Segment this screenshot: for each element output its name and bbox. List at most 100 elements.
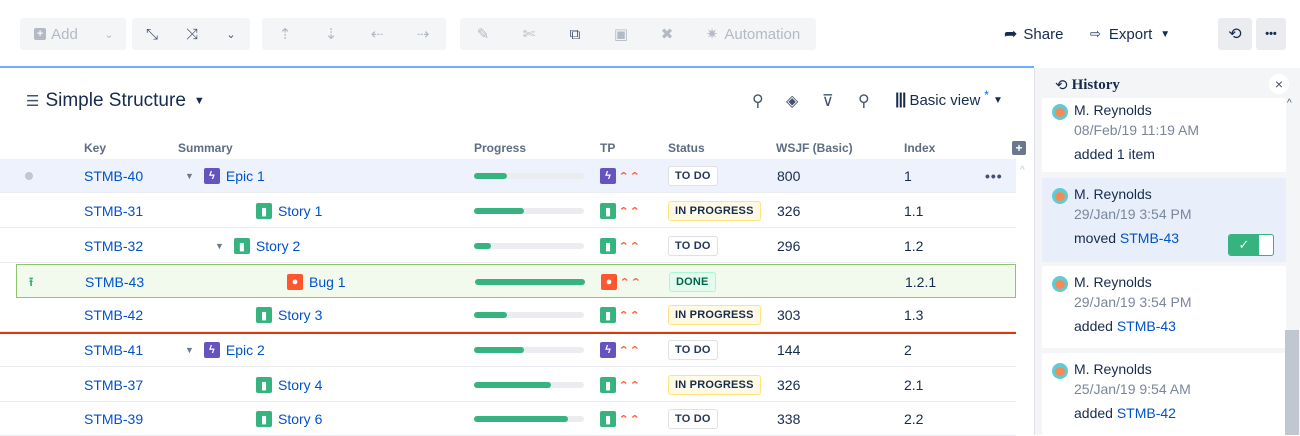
history-entry[interactable]: M. Reynolds 25/Jan/19 9:54 AM added STMB-4… [1042, 353, 1286, 435]
expand-toggle-icon[interactable]: ▼ [215, 241, 224, 251]
scissors-icon: ✄ [522, 26, 536, 43]
history-scroll-up-icon[interactable]: ^ [1287, 98, 1292, 109]
scroll-up-icon[interactable]: ^ [1020, 165, 1025, 176]
summary-link[interactable]: Story 1 [278, 203, 322, 219]
expand-dropdown-button[interactable]: ⌄ [212, 18, 250, 50]
export-button[interactable]: ⇨ Export ▼ [1090, 18, 1170, 50]
history-entry[interactable]: M. Reynolds 29/Jan/19 3:54 PM moved STMB-4… [1042, 178, 1286, 262]
automation-button[interactable]: ✷ Automation [690, 18, 816, 50]
table-row[interactable]: STMB-40 ▼ ϟ Epic 1 ϟ ⌃⌃ TO DO 800 1 ••• [0, 159, 1016, 193]
issue-key-link[interactable]: STMB-37 [84, 368, 143, 402]
history-issue-link[interactable]: STMB-43 [1117, 318, 1176, 334]
export-label: Export [1108, 25, 1153, 43]
delete-button[interactable]: ✖ [644, 18, 690, 50]
edit-group: ✎ ✄ ⧉ ▣ ✖ [460, 18, 694, 50]
summary-link[interactable]: Story 3 [278, 307, 322, 323]
paste-button[interactable]: ▣ [598, 18, 644, 50]
table-row[interactable]: STMB-39 ▮ Story 6 ▮ ⌃⌃ TO DO 338 2.2 [0, 402, 1016, 436]
progress-fill [474, 208, 524, 214]
epic-icon: ϟ [600, 342, 616, 358]
status-badge[interactable]: TO DO [668, 340, 718, 360]
history-entry[interactable]: M. Reynolds 08/Feb/19 11:19 AM added 1 ite… [1042, 98, 1286, 172]
cut-button[interactable]: ✄ [506, 18, 552, 50]
chevron-down-icon: ⌄ [104, 28, 114, 41]
table-row[interactable]: STMB-42 ▮ Story 3 ▮ ⌃⌃ IN PROGRESS 303 1.3 [0, 298, 1016, 332]
table-row[interactable]: STMB-41 ▼ ϟ Epic 2 ϟ ⌃⌃ TO DO 144 2 [0, 333, 1016, 367]
expand-toggle-icon[interactable]: ▼ [185, 171, 194, 181]
add-dropdown-button[interactable]: ⌄ [92, 18, 126, 50]
move-down-button[interactable]: ⇣ [308, 18, 354, 50]
epic-icon: ϟ [600, 168, 616, 184]
expand-toggle-icon[interactable]: ▼ [185, 345, 194, 355]
history-entry[interactable]: M. Reynolds 29/Jan/19 3:54 PM added STMB-4… [1042, 266, 1286, 348]
table-row[interactable]: ⭱ STMB-43 ● Bug 1 ● ⌃⌃ DONE 1.2.1 [16, 264, 1016, 298]
history-issue-link[interactable]: STMB-42 [1117, 405, 1176, 421]
close-history-button[interactable]: × [1269, 74, 1289, 94]
column-header-key[interactable]: Key [84, 141, 106, 155]
view-selector[interactable]: ||| Basic view * ▼ [895, 88, 1003, 109]
filter-button[interactable]: ⊽ [822, 90, 834, 112]
issue-key-link[interactable]: STMB-43 [85, 265, 144, 299]
status-badge[interactable]: TO DO [668, 166, 718, 186]
summary-link[interactable]: Bug 1 [309, 274, 346, 290]
chevron-down-icon: ⌄ [226, 28, 236, 41]
table-row[interactable]: STMB-31 ▮ Story 1 ▮ ⌃⌃ IN PROGRESS 326 1.1 [0, 194, 1016, 228]
layers-button[interactable]: ◈ [786, 90, 798, 112]
column-header-status[interactable]: Status [668, 141, 705, 155]
issue-key-link[interactable]: STMB-39 [84, 402, 143, 436]
history-issue-link[interactable]: STMB-43 [1120, 230, 1179, 246]
outdent-button[interactable]: ⇠ [354, 18, 400, 50]
index-value: 1.2 [904, 238, 924, 254]
history-apply-toggle[interactable]: ✓ [1228, 234, 1274, 256]
add-button[interactable]: + Add [20, 18, 92, 50]
edit-button[interactable]: ✎ [460, 18, 506, 50]
issue-key-link[interactable]: STMB-32 [84, 229, 143, 263]
row-more-button[interactable]: ••• [985, 159, 1003, 193]
wsjf-value: 144 [777, 342, 801, 358]
summary-link[interactable]: Epic 1 [226, 168, 265, 184]
summary-link[interactable]: Epic 2 [226, 342, 265, 358]
summary-link[interactable]: Story 6 [278, 411, 322, 427]
issue-key-link[interactable]: STMB-31 [84, 194, 143, 228]
structure-title-menu[interactable]: ☰ Simple Structure ▼ [26, 90, 205, 112]
table-row[interactable]: STMB-32 ▼ ▮ Story 2 ▮ ⌃⌃ TO DO 296 1.2 [0, 229, 1016, 263]
status-badge[interactable]: IN PROGRESS [668, 375, 761, 395]
status-badge[interactable]: TO DO [668, 409, 718, 429]
column-header-index[interactable]: Index [904, 141, 935, 155]
share-button[interactable]: ➦ Share [1004, 18, 1063, 50]
status-badge[interactable]: DONE [669, 272, 716, 292]
history-toggle-button[interactable]: ⟲ [1218, 18, 1252, 50]
status-badge[interactable]: IN PROGRESS [668, 201, 761, 221]
issue-key-link[interactable]: STMB-41 [84, 333, 143, 367]
table-row[interactable]: STMB-37 ▮ Story 4 ▮ ⌃⌃ IN PROGRESS 326 2.1 [0, 368, 1016, 402]
collapse-all-button[interactable]: ⤨ [172, 18, 212, 50]
story-icon: ▮ [256, 377, 272, 393]
automation-label: Automation [724, 25, 801, 43]
issue-key-link[interactable]: STMB-42 [84, 298, 143, 332]
search-button[interactable]: ⚲ [858, 90, 870, 112]
move-up-button[interactable]: ⇡ [262, 18, 308, 50]
status-badge[interactable]: TO DO [668, 236, 718, 256]
column-header-tp[interactable]: TP [600, 141, 615, 155]
summary-link[interactable]: Story 2 [256, 238, 300, 254]
add-column-button[interactable]: + [1012, 141, 1026, 155]
story-icon: ▮ [233, 238, 250, 254]
history-user: M. Reynolds [1074, 274, 1152, 290]
story-icon: ▮ [600, 203, 616, 219]
history-scrollbar[interactable] [1285, 330, 1299, 435]
column-header-progress[interactable]: Progress [474, 141, 526, 155]
expand-all-button[interactable]: ⤡ [132, 18, 172, 50]
issue-key-link[interactable]: STMB-40 [84, 159, 143, 193]
pin-button[interactable]: ⚲ [752, 90, 764, 112]
copy-button[interactable]: ⧉ [552, 18, 598, 50]
indent-button[interactable]: ⇢ [400, 18, 446, 50]
column-header-summary[interactable]: Summary [178, 141, 233, 155]
summary-link[interactable]: Story 4 [278, 377, 322, 393]
status-badge[interactable]: IN PROGRESS [668, 305, 761, 325]
column-header-wsjf[interactable]: WSJF (Basic) [776, 141, 853, 155]
type-priority-cell: ● ⌃⌃ [601, 265, 641, 299]
history-date: 29/Jan/19 3:54 PM [1074, 294, 1192, 310]
progress-fill [474, 382, 551, 388]
more-actions-button[interactable]: ••• [1256, 18, 1286, 50]
history-title-label: History [1071, 76, 1120, 93]
